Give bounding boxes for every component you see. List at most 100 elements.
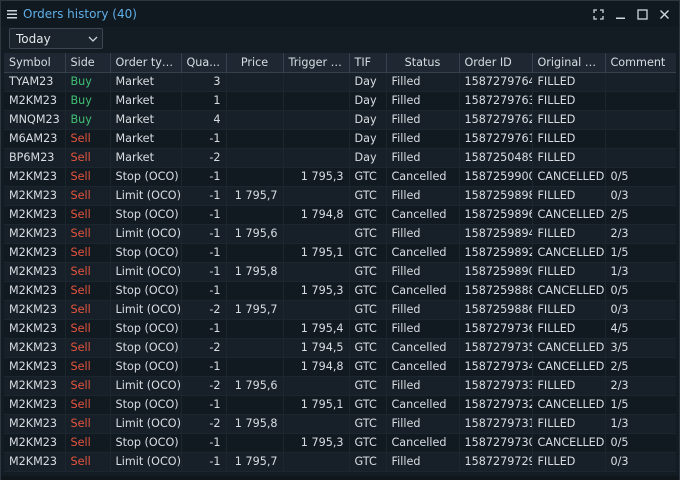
cell-status: Filled (386, 129, 460, 149)
cell-status: Filled (386, 186, 460, 206)
table-row[interactable]: BP6M23 Sell Market -2 Day Filled 1587250489 FIL… (4, 148, 676, 168)
cell-status: Filled (386, 376, 460, 396)
cell-order-id: 1587259892 (459, 243, 533, 263)
cell-trigger-price: 1 795,4 (283, 319, 350, 339)
column-header-price[interactable]: Price (226, 53, 284, 73)
cell-symbol: M2KM23 (4, 186, 66, 206)
cell-symbol: M2KM23 (4, 319, 66, 339)
menu-icon[interactable] (1, 9, 23, 19)
cell-quantity: -1 (181, 167, 227, 187)
table-row[interactable]: M2KM23 Sell Stop (OCO) -1 1 795,3 GTC Cancelle… (4, 281, 676, 301)
minimize-icon[interactable] (611, 6, 629, 22)
column-header-order-type[interactable]: Order type (110, 53, 182, 73)
cell-trigger-price (283, 452, 350, 472)
cell-trigger-price: 1 794,8 (283, 205, 350, 225)
cell-symbol: M6AM23 (4, 129, 66, 149)
orders-table-container[interactable]: Symbol Side Order type Qua... Price Trig… (4, 53, 676, 479)
cell-comment (605, 148, 676, 168)
table-row[interactable]: MNQM23 Buy Market 4 Day Filled 1587279762 FILLE… (4, 110, 676, 130)
table-row[interactable]: M2KM23 Sell Stop (OCO) -1 1 794,8 GTC Cancelle… (4, 205, 676, 225)
cell-comment (605, 72, 676, 92)
cell-status: Cancelled (386, 167, 460, 187)
table-row[interactable]: M2KM23 Sell Limit (OCO) -1 1 795,7 GTC Filled 1… (4, 452, 676, 472)
cell-order-id: 1587259898 (459, 186, 533, 206)
cell-side: Sell (65, 300, 111, 320)
table-row[interactable]: M2KM23 Sell Stop (OCO) -1 1 795,3 GTC Cancelle… (4, 433, 676, 453)
table-row[interactable]: M2KM23 Sell Stop (OCO) -1 1 794,8 GTC Cancelle… (4, 357, 676, 377)
cell-symbol: MNQM23 (4, 110, 66, 130)
cell-side: Sell (65, 357, 111, 377)
cell-order-id: 1587259900 (459, 167, 533, 187)
table-row[interactable]: M2KM23 Sell Limit (OCO) -1 1 795,6 GTC Filled 1… (4, 224, 676, 244)
cell-comment (605, 110, 676, 130)
cell-side: Buy (65, 91, 111, 111)
table-row[interactable]: TYAM23 Buy Market 3 Day Filled 1587279764 FILLE… (4, 72, 676, 92)
cell-original-status: CANCELLED (532, 281, 606, 301)
fullscreen-icon[interactable] (589, 6, 607, 22)
cell-trigger-price (283, 376, 350, 396)
cell-quantity: -2 (181, 148, 227, 168)
table-row[interactable]: M2KM23 Sell Stop (OCO) -1 1 795,1 GTC Cancelle… (4, 395, 676, 415)
column-header-original-status[interactable]: Original st... (532, 53, 606, 73)
cell-side: Buy (65, 72, 111, 92)
close-icon[interactable] (655, 6, 673, 22)
table-row[interactable]: M2KM23 Sell Limit (OCO) -2 1 795,6 GTC Filled 1… (4, 376, 676, 396)
table-row[interactable]: M2KM23 Sell Limit (OCO) -1 1 795,8 GTC Filled 1… (4, 262, 676, 282)
cell-status: Filled (386, 224, 460, 244)
column-header-tif[interactable]: TIF (349, 53, 387, 73)
cell-order-type: Stop (OCO) (110, 338, 182, 358)
cell-side: Sell (65, 414, 111, 434)
cell-comment: 2/3 (605, 376, 676, 396)
table-row[interactable]: M2KM23 Sell Stop (OCO) -1 1 795,1 GTC Cancelle… (4, 243, 676, 263)
cell-order-type: Stop (OCO) (110, 433, 182, 453)
column-header-order-id[interactable]: Order ID (459, 53, 533, 73)
cell-order-type: Stop (OCO) (110, 357, 182, 377)
column-header-status[interactable]: Status (386, 53, 460, 73)
cell-symbol: M2KM23 (4, 205, 66, 225)
cell-symbol: M2KM23 (4, 224, 66, 244)
cell-side: Sell (65, 224, 111, 244)
orders-history-window: Orders history (40) Today Symbol Side Or… (0, 0, 680, 480)
column-header-side[interactable]: Side (65, 53, 111, 73)
cell-quantity: -1 (181, 205, 227, 225)
table-row[interactable]: M2KM23 Sell Limit (OCO) -2 1 795,8 GTC Filled 1… (4, 414, 676, 434)
cell-quantity: -1 (181, 319, 227, 339)
cell-original-status: FILLED (532, 224, 606, 244)
table-row[interactable]: M2KM23 Sell Stop (OCO) -2 1 794,5 GTC Cancelle… (4, 338, 676, 358)
column-header-trigger-price[interactable]: Trigger p... (283, 53, 350, 73)
cell-order-id: 1587279730 (459, 433, 533, 453)
table-row[interactable]: M2KM23 Sell Stop (OCO) -1 1 795,4 GTC Filled 15… (4, 319, 676, 339)
period-select[interactable]: Today (9, 28, 103, 49)
cell-trigger-price (283, 186, 350, 206)
table-row[interactable]: M2KM23 Sell Stop (OCO) -1 1 795,3 GTC Cancelle… (4, 167, 676, 187)
filter-bar: Today (1, 27, 679, 53)
cell-status: Cancelled (386, 243, 460, 263)
cell-tif: GTC (349, 433, 387, 453)
cell-order-id: 1587259888 (459, 281, 533, 301)
cell-price: 1 795,7 (226, 186, 284, 206)
cell-price (226, 129, 284, 149)
table-row[interactable]: M6AM23 Sell Market -1 Day Filled 1587279761 FIL… (4, 129, 676, 149)
cell-tif: GTC (349, 281, 387, 301)
cell-order-id: 1587279729 (459, 452, 533, 472)
cell-quantity: -2 (181, 300, 227, 320)
cell-original-status: FILLED (532, 262, 606, 282)
column-header-symbol[interactable]: Symbol (4, 53, 66, 73)
maximize-icon[interactable] (633, 6, 651, 22)
cell-original-status: CANCELLED (532, 357, 606, 377)
cell-side: Sell (65, 262, 111, 282)
column-header-comment[interactable]: Comment (605, 53, 676, 73)
cell-original-status: FILLED (532, 148, 606, 168)
cell-quantity: -1 (181, 281, 227, 301)
cell-trigger-price: 1 794,8 (283, 357, 350, 377)
column-header-quantity[interactable]: Qua... (181, 53, 227, 73)
cell-status: Cancelled (386, 338, 460, 358)
table-row[interactable]: M2KM23 Sell Limit (OCO) -2 1 795,7 GTC Filled 1… (4, 300, 676, 320)
table-row[interactable]: M2KM23 Buy Market 1 Day Filled 1587279763 FILLE… (4, 91, 676, 111)
horizontal-scrollbar[interactable] (1, 476, 679, 480)
cell-quantity: -1 (181, 357, 227, 377)
table-row[interactable]: M2KM23 Sell Limit (OCO) -1 1 795,7 GTC Filled 1… (4, 186, 676, 206)
cell-side: Sell (65, 376, 111, 396)
cell-side: Sell (65, 395, 111, 415)
cell-order-type: Limit (OCO) (110, 414, 182, 434)
